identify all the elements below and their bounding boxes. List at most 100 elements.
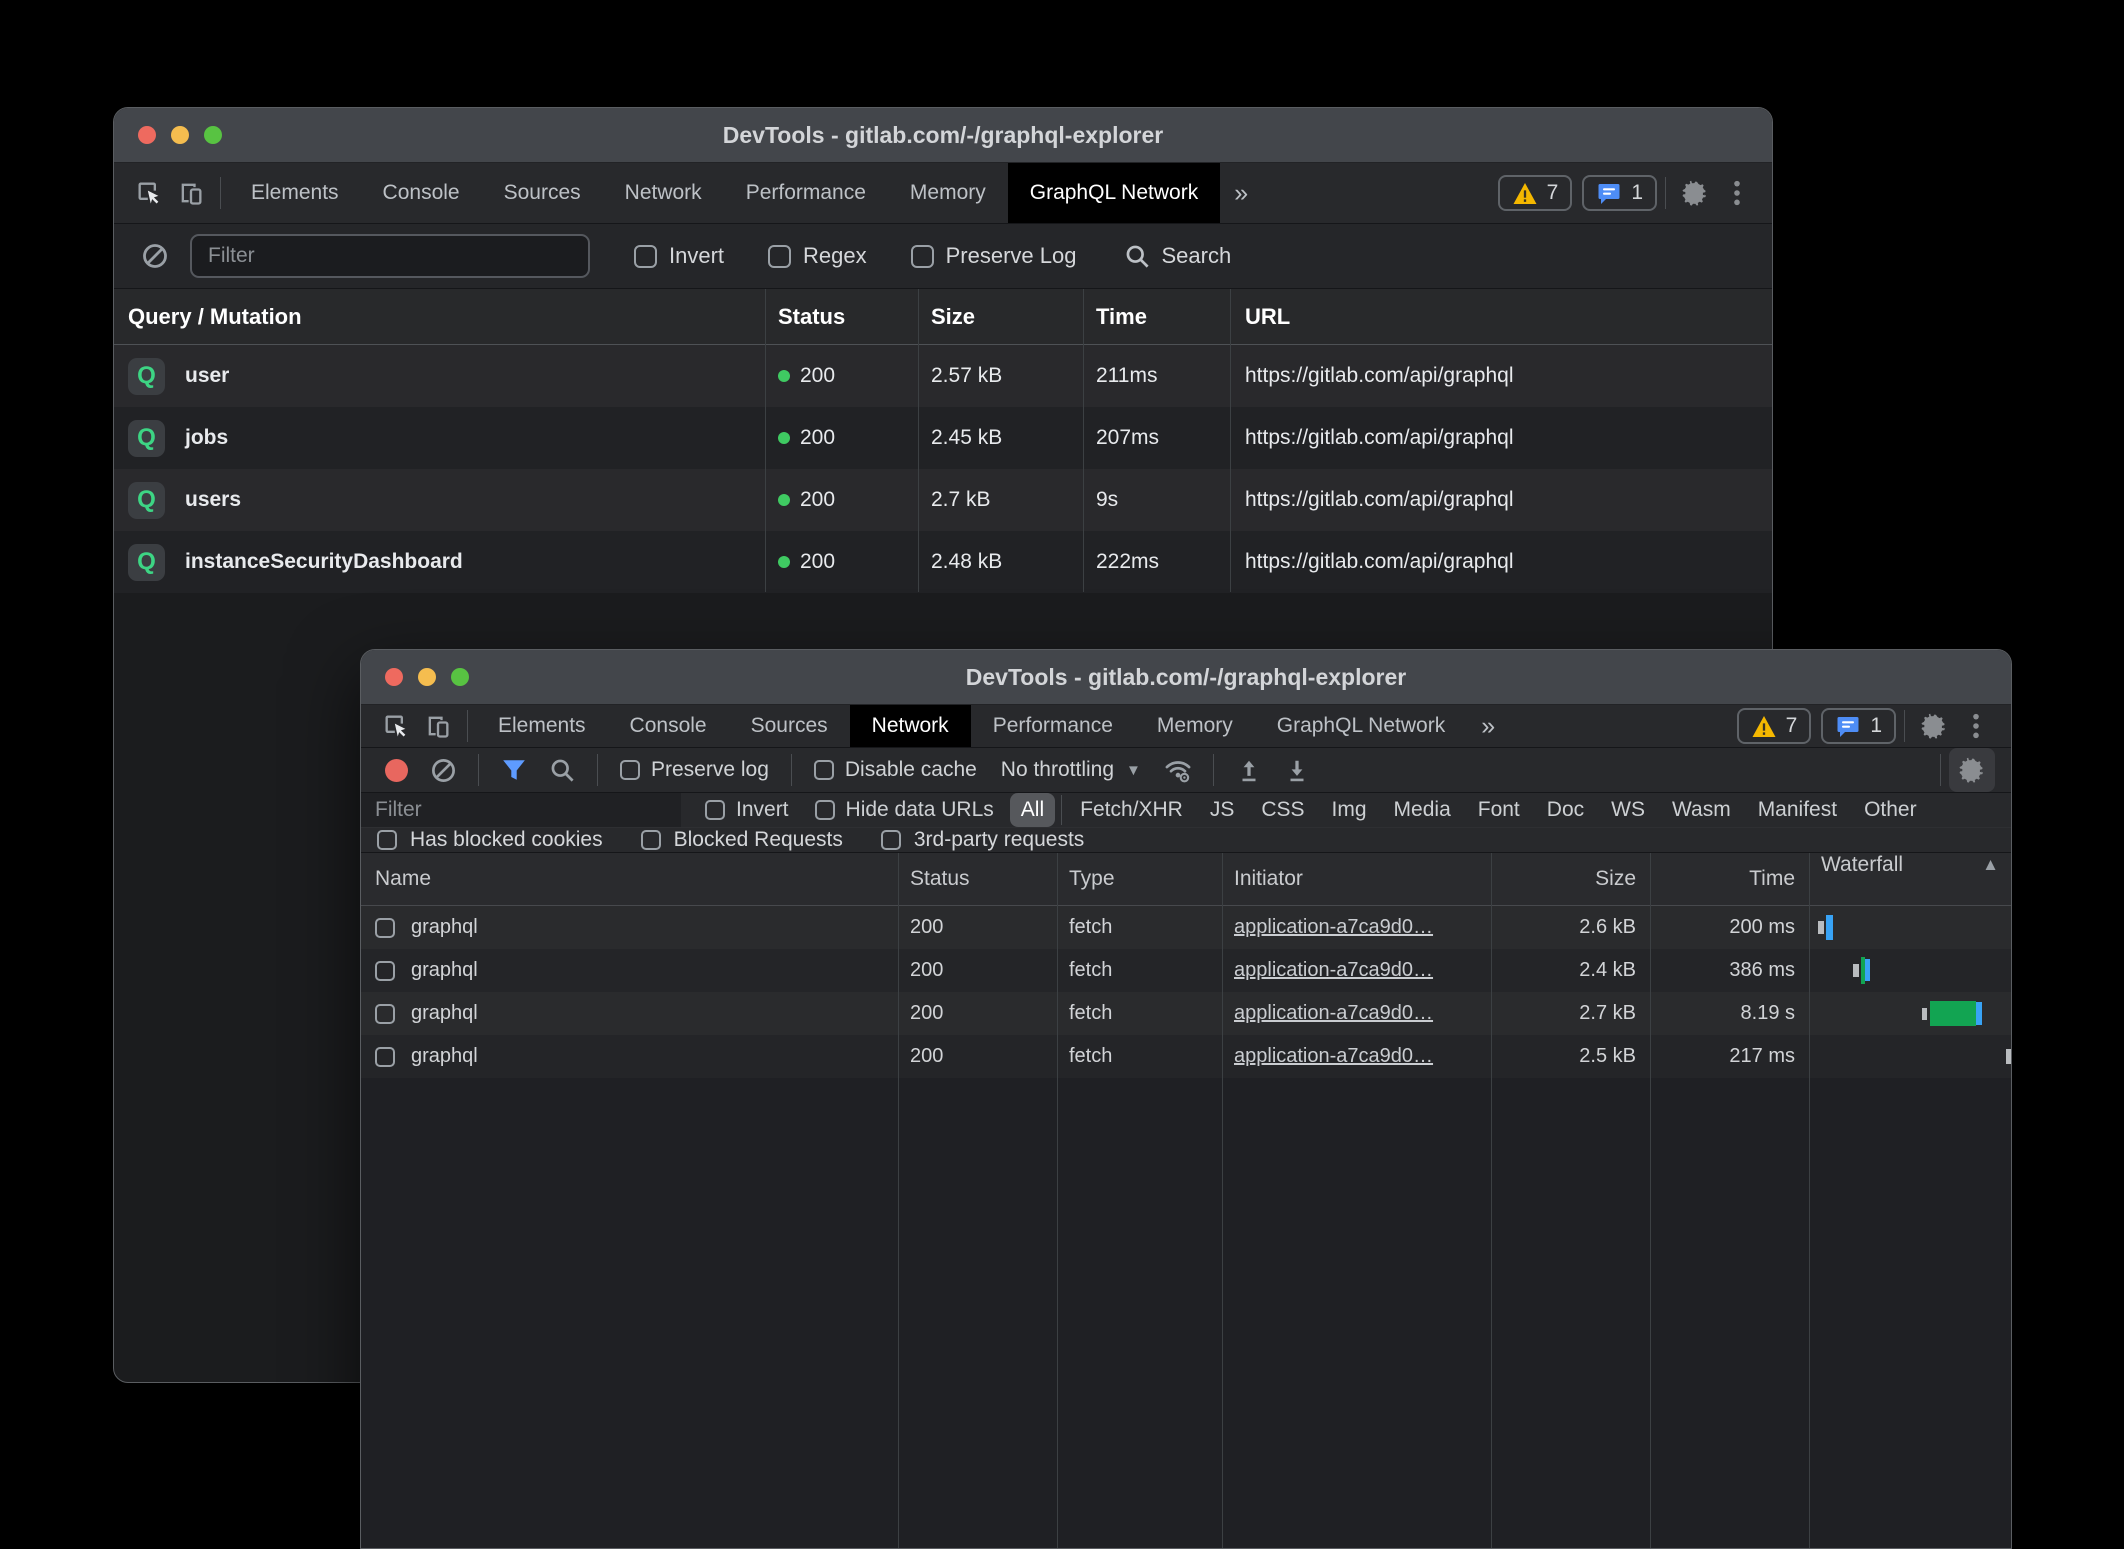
preserve-log-checkbox-group[interactable]: Preserve Log <box>911 243 1077 269</box>
device-toolbar-icon[interactable] <box>170 172 212 214</box>
col-time[interactable]: Time <box>1083 304 1230 330</box>
record-button[interactable] <box>385 759 408 782</box>
tab-graphql-network[interactable]: GraphQL Network <box>1255 705 1467 747</box>
search-icon[interactable] <box>541 749 583 791</box>
invert-checkbox[interactable] <box>634 245 657 268</box>
col-time[interactable]: Time <box>1650 867 1809 891</box>
inspect-element-icon[interactable] <box>128 172 170 214</box>
row-checkbox[interactable] <box>375 918 395 938</box>
type-filter-ws[interactable]: WS <box>1611 798 1645 822</box>
hide-data-urls-checkbox[interactable] <box>815 800 835 820</box>
initiator-link[interactable]: application-a7ca9d0… <box>1234 1002 1433 1024</box>
table-empty-area[interactable] <box>361 1078 2011 1549</box>
table-row[interactable]: Q jobs 200 2.45 kB 207ms https://gitlab.… <box>114 407 1772 469</box>
column-divider[interactable] <box>765 289 766 592</box>
preserve-log-group[interactable]: Preserve log <box>612 758 777 782</box>
table-row[interactable]: graphql 200 fetch application-a7ca9d0… 2… <box>361 906 2011 949</box>
table-row[interactable]: graphql 200 fetch application-a7ca9d0… 2… <box>361 949 2011 992</box>
row-checkbox[interactable] <box>375 1047 395 1067</box>
filter-input[interactable] <box>190 234 590 278</box>
regex-checkbox[interactable] <box>768 245 791 268</box>
tab-console[interactable]: Console <box>608 705 729 747</box>
waterfall-cell[interactable] <box>1809 992 2011 1035</box>
col-waterfall[interactable]: Waterfall ▲ <box>1809 853 2011 905</box>
inspect-element-icon[interactable] <box>375 705 417 747</box>
table-row[interactable]: Q users 200 2.7 kB 9s https://gitlab.com… <box>114 469 1772 531</box>
more-tabs-icon[interactable]: » <box>1467 712 1509 741</box>
invert-checkbox-group[interactable]: Invert <box>634 243 724 269</box>
network-conditions-icon[interactable] <box>1157 749 1199 791</box>
close-button[interactable] <box>138 126 156 144</box>
hide-data-urls-group[interactable]: Hide data URLs <box>807 798 1002 822</box>
clear-icon[interactable] <box>422 749 464 791</box>
initiator-link[interactable]: application-a7ca9d0… <box>1234 959 1433 981</box>
close-button[interactable] <box>385 668 403 686</box>
col-query-mutation[interactable]: Query / Mutation <box>114 304 765 330</box>
network-settings-gear-icon[interactable] <box>1949 748 1995 792</box>
tab-network[interactable]: Network <box>850 705 971 747</box>
col-status[interactable]: Status <box>765 304 918 330</box>
preserve-log-checkbox[interactable] <box>620 760 640 780</box>
waterfall-cell[interactable] <box>1809 906 2011 949</box>
col-size[interactable]: Size <box>1491 867 1650 891</box>
zoom-button[interactable] <box>451 668 469 686</box>
table-row[interactable]: Q instanceSecurityDashboard 200 2.48 kB … <box>114 531 1772 593</box>
tab-memory[interactable]: Memory <box>888 163 1008 223</box>
zoom-button[interactable] <box>204 126 222 144</box>
more-tabs-icon[interactable]: » <box>1220 179 1262 208</box>
blocked-requests-group[interactable]: Blocked Requests <box>641 828 843 852</box>
type-filter-doc[interactable]: Doc <box>1547 798 1584 822</box>
disable-cache-group[interactable]: Disable cache <box>806 758 985 782</box>
blocked-requests-checkbox[interactable] <box>641 830 661 850</box>
disable-cache-checkbox[interactable] <box>814 760 834 780</box>
type-filter-other[interactable]: Other <box>1864 798 1917 822</box>
titlebar[interactable]: DevTools - gitlab.com/-/graphql-explorer <box>361 650 2011 705</box>
filter-input[interactable] <box>361 793 681 827</box>
waterfall-cell[interactable] <box>1809 949 2011 992</box>
export-har-icon[interactable] <box>1276 749 1318 791</box>
settings-gear-icon[interactable] <box>1674 172 1716 214</box>
invert-checkbox[interactable] <box>705 800 725 820</box>
type-filter-manifest[interactable]: Manifest <box>1758 798 1837 822</box>
type-filter-all[interactable]: All <box>1010 793 1055 827</box>
blocked-cookies-checkbox[interactable] <box>377 830 397 850</box>
column-divider[interactable] <box>1222 853 1223 1549</box>
type-filter-fetch-xhr[interactable]: Fetch/XHR <box>1080 798 1183 822</box>
initiator-link[interactable]: application-a7ca9d0… <box>1234 916 1433 938</box>
col-name[interactable]: Name <box>361 867 898 891</box>
col-url[interactable]: URL <box>1230 304 1772 330</box>
warnings-badge[interactable]: 7 <box>1498 175 1573 211</box>
col-type[interactable]: Type <box>1057 867 1222 891</box>
table-row[interactable]: graphql 200 fetch application-a7ca9d0… 2… <box>361 1035 2011 1078</box>
col-size[interactable]: Size <box>918 304 1083 330</box>
blocked-cookies-group[interactable]: Has blocked cookies <box>377 828 603 852</box>
minimize-button[interactable] <box>171 126 189 144</box>
type-filter-wasm[interactable]: Wasm <box>1672 798 1731 822</box>
throttling-dropdown[interactable]: No throttling ▼ <box>991 758 1151 782</box>
row-checkbox[interactable] <box>375 1004 395 1024</box>
column-divider[interactable] <box>1491 853 1492 1549</box>
tab-performance[interactable]: Performance <box>971 705 1135 747</box>
table-row[interactable]: Q user 200 2.57 kB 211ms https://gitlab.… <box>114 345 1772 407</box>
device-toolbar-icon[interactable] <box>417 705 459 747</box>
tab-sources[interactable]: Sources <box>482 163 603 223</box>
type-filter-media[interactable]: Media <box>1394 798 1451 822</box>
tab-graphql-network[interactable]: GraphQL Network <box>1008 163 1220 223</box>
clear-icon[interactable] <box>134 235 176 277</box>
column-divider[interactable] <box>1057 853 1058 1549</box>
column-divider[interactable] <box>1650 853 1651 1549</box>
type-filter-font[interactable]: Font <box>1478 798 1520 822</box>
col-initiator[interactable]: Initiator <box>1222 867 1491 891</box>
tab-sources[interactable]: Sources <box>729 705 850 747</box>
table-row[interactable]: graphql 200 fetch application-a7ca9d0… 2… <box>361 992 2011 1035</box>
column-divider[interactable] <box>898 853 899 1549</box>
column-divider[interactable] <box>918 289 919 592</box>
titlebar[interactable]: DevTools - gitlab.com/-/graphql-explorer <box>114 108 1772 163</box>
row-checkbox[interactable] <box>375 961 395 981</box>
type-filter-css[interactable]: CSS <box>1261 798 1304 822</box>
column-divider[interactable] <box>1809 853 1810 1549</box>
type-filter-js[interactable]: JS <box>1210 798 1235 822</box>
filter-funnel-icon[interactable] <box>493 749 535 791</box>
tab-elements[interactable]: Elements <box>476 705 608 747</box>
waterfall-cell[interactable] <box>1809 1035 2011 1078</box>
